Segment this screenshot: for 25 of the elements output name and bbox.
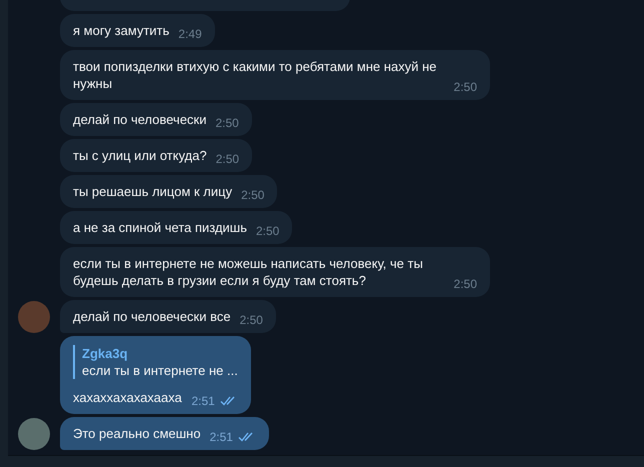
message-time: 2:51 (210, 429, 233, 446)
message-time: 2:50 (240, 312, 263, 329)
message-text: я могу замутить (73, 22, 170, 40)
message-time: 2:50 (454, 79, 477, 96)
message-time: 2:50 (216, 115, 239, 132)
message-text: делай по человечески (73, 111, 206, 129)
reply-author: Zgka3q (82, 345, 129, 362)
message-text: а не за спиной чета пиздишь (73, 219, 247, 237)
avatar[interactable] (18, 301, 50, 333)
message-text: хахаххахахахааха (73, 389, 182, 407)
message-time: 2:50 (216, 151, 240, 168)
message-time: 2:50 (454, 276, 477, 293)
avatar[interactable] (18, 418, 50, 450)
message-text: делай по человечески все (73, 308, 231, 326)
message-time: 2:49 (178, 26, 202, 43)
message-text: ты решаешь лицом к лицу (73, 183, 232, 201)
message-text: ты с улиц или откуда? (73, 147, 207, 165)
message-time: 2:50 (241, 187, 264, 204)
message-text: твои попизделки втихую с какими то ребятами мне нахуй не нужны (73, 58, 438, 93)
reply-quote[interactable]: Zgka3q если ты в интернете не ... (73, 345, 238, 379)
message-text: если ты в интернете не можешь написать человеку, че ты будешь делать в грузии если я буду там стоять? (73, 255, 424, 290)
message-time: 2:51 (191, 393, 215, 410)
message-text: Это реально смешно (73, 425, 201, 443)
message-time: 2:50 (256, 223, 280, 240)
reply-text: если ты в интернете не ... (82, 362, 238, 379)
